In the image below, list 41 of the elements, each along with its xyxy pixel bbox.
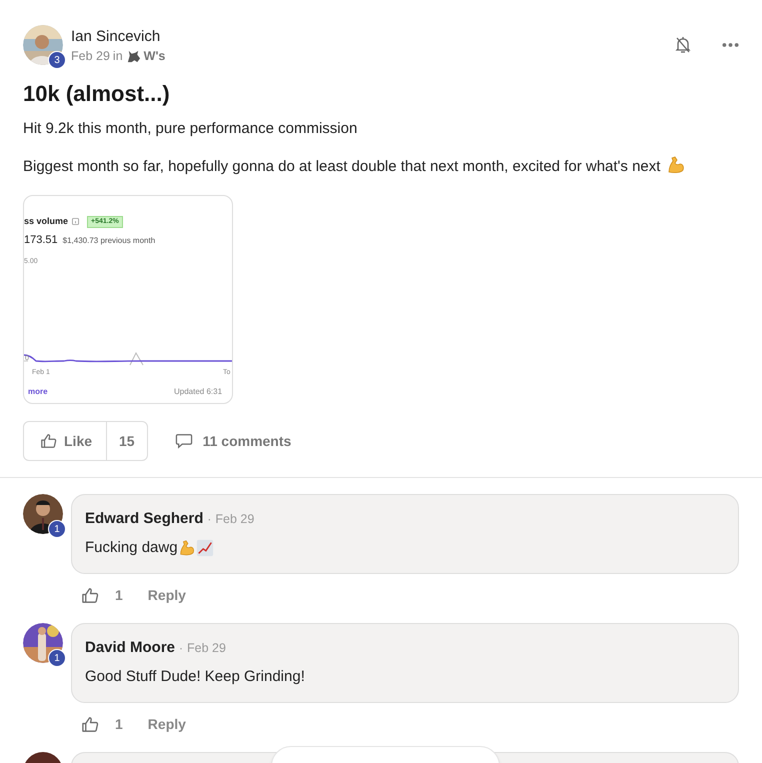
view-more-link[interactable]: more (28, 386, 48, 398)
thumbs-up-icon[interactable] (81, 714, 100, 734)
post-date: Feb 29 (71, 48, 110, 65)
comment-date: Feb 29 (187, 640, 226, 657)
separator-dot: · (207, 511, 212, 528)
comment-text: Good Stuff Dude! Keep Grinding! (85, 666, 305, 686)
like-button[interactable]: Like (24, 422, 106, 460)
previous-text: $1,430.73 previous month (62, 234, 156, 246)
flexed-arm-icon (666, 155, 686, 175)
like-count: 1 (115, 586, 123, 604)
info-icon (72, 218, 80, 226)
more-options-icon[interactable] (722, 42, 739, 48)
group-link[interactable]: W's (144, 47, 166, 65)
comment-date: Feb 29 (215, 511, 254, 528)
comment-text: Fucking dawg (85, 538, 178, 558)
muted-bell-icon[interactable] (673, 35, 693, 55)
thumbs-up-icon[interactable] (81, 586, 100, 604)
comments-button[interactable]: 11 comments (174, 430, 292, 452)
comment-author[interactable]: Edward Segherd (85, 508, 204, 530)
like-count: 15 (118, 432, 136, 450)
author-name[interactable]: Ian Sincevich (71, 27, 166, 47)
chart-title: ss volume (24, 215, 68, 228)
separator-dot: · (179, 640, 184, 657)
level-badge: 3 (48, 51, 66, 69)
updated-text: Updated 6:31 (174, 386, 222, 398)
post-title: 10k (almost...) (23, 80, 171, 108)
level-badge: 1 (48, 520, 66, 538)
flexed-arm-icon (178, 538, 196, 557)
comment-author[interactable]: David Moore (85, 637, 176, 660)
amount-text: 173.51 (24, 232, 58, 248)
reply-button[interactable]: Reply (148, 584, 186, 606)
post-text: Biggest month so far, hopefully gonna do at least double that next month, excited for what's next (23, 158, 660, 175)
wolf-icon (126, 48, 141, 64)
chart-up-icon (196, 538, 214, 557)
like-count: 1 (115, 714, 123, 734)
thumbs-up-icon (40, 432, 58, 450)
in-label: in (112, 48, 123, 65)
post-text: Hit 9.2k this month, pure performance commission (23, 120, 358, 137)
level-badge: 1 (48, 649, 66, 667)
speech-bubble-icon (174, 433, 193, 449)
reply-button[interactable]: Reply (148, 714, 186, 734)
